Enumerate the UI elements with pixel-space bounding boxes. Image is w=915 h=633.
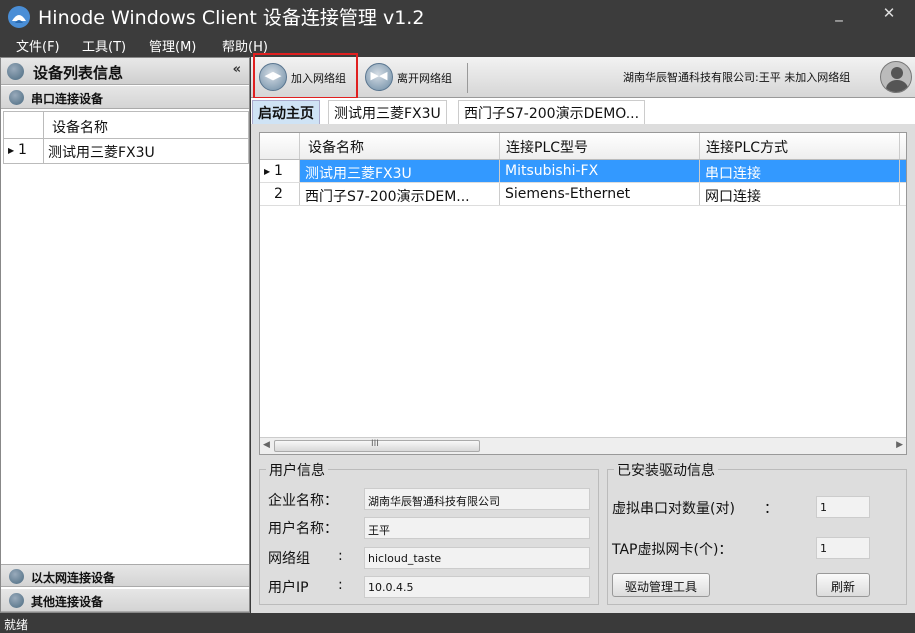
row-number: 2 [274,186,283,202]
window-title: Hinode Windows Client 设备连接管理 v1.2 [38,7,425,29]
serial-grid-col-name[interactable]: 设备名称 [52,117,108,137]
row-header: ▶ 1 [4,139,44,163]
collapse-panel-button[interactable]: « [233,62,241,77]
title-bar: Hinode Windows Client 设备连接管理 v1.2 _ ✕ [0,0,915,32]
device-grid: 设备名称 连接PLC型号 连接PLC方式 ▶ 1 测试用三菱FX3U Mitsu… [259,132,907,455]
leave-group-label: 离开网络组 [397,72,452,85]
company-field[interactable]: 湖南华辰智通科技有限公司 [364,488,590,510]
other-section-icon [9,593,24,608]
serial-device-grid: 设备名称 ▶ 1 测试用三菱FX3U [3,111,249,164]
horizontal-scrollbar[interactable]: ◀ III ▶ [260,437,906,454]
plc-method-cell[interactable]: 串口连接 [700,160,900,182]
status-text: 就绪 [4,618,29,632]
menu-bar: 文件(F) 工具(T) 管理(M) 帮助(H) [0,32,915,57]
join-group-highlight [253,53,358,99]
toolbar-separator [467,63,468,93]
user-info-group: 用户信息 企业名称： 湖南华辰智通科技有限公司 用户名称： 王平 网络组 : h… [259,460,599,605]
current-row-arrow-icon: ▶ [8,146,15,155]
username-field[interactable]: 王平 [364,517,590,539]
row-header-corner [4,112,44,138]
ethernet-section-icon [9,569,24,584]
virtual-serial-field[interactable]: 1 [816,496,870,518]
close-button[interactable]: ✕ [878,4,900,22]
serial-grid-header: 设备名称 [4,112,248,139]
device-list-icon [7,63,24,80]
overflow-cell[interactable]: 1 [900,183,906,205]
col-plc-model[interactable]: 连接PLC型号 [500,133,700,159]
user-ip-field[interactable]: 10.0.4.5 [364,576,590,598]
network-group-field[interactable]: hicloud_taste [364,547,590,569]
other-devices-section[interactable]: 其他连接设备 [1,589,249,612]
home-page: 设备名称 连接PLC型号 连接PLC方式 ▶ 1 测试用三菱FX3U Mitsu… [251,124,915,613]
device-name-cell[interactable]: 测试用三菱FX3U [300,160,500,182]
menu-manage[interactable]: 管理(M) [149,36,196,55]
scroll-thumb[interactable]: III [274,439,480,452]
row-header: 2 [260,183,300,205]
tab-home[interactable]: 启动主页 [252,100,320,124]
overflow-cell[interactable] [900,160,906,182]
ethernet-section-label: 以太网连接设备 [31,571,116,585]
row-header: ▶ 1 [260,160,300,182]
connection-status-text: 湖南华辰智通科技有限公司:王平 未加入网络组 [623,71,851,84]
username-label: 用户名称： [268,521,338,537]
plc-method-cell[interactable]: 网口连接 [700,183,900,205]
serial-device-name: 测试用三菱FX3U [48,145,155,161]
status-bar: 就绪 [0,613,915,633]
tab-siemens[interactable]: 西门子S7-200演示DEMO... [458,100,646,124]
refresh-button[interactable]: 刷新 [816,573,870,597]
device-row[interactable]: ▶ 1 测试用三菱FX3U Mitsubishi-FX 串口连接 [260,160,906,183]
device-list-header: 设备列表信息 « [1,58,249,85]
scroll-grip: III [371,439,379,449]
row-number: 1 [274,163,283,179]
device-name-cell[interactable]: 西门子S7-200演示DEM... [300,183,500,205]
scroll-right-icon[interactable]: ▶ [896,440,903,450]
scroll-left-icon[interactable]: ◀ [263,440,270,450]
driver-info-title: 已安装驱动信息 [614,460,718,480]
row-number: 1 [18,142,27,158]
network-group-label: 网络组 [268,551,310,567]
plc-model-cell[interactable]: Mitsubishi-FX [500,160,700,182]
avatar-head [891,67,903,79]
device-grid-header: 设备名称 连接PLC型号 连接PLC方式 [260,133,906,160]
app-logo-icon [8,6,30,28]
leave-group-button[interactable]: ▶◀ 离开网络组 [361,61,461,95]
user-ip-colon: : [338,577,343,593]
tap-adapter-label: TAP虚拟网卡(个)： [612,542,733,558]
menu-file[interactable]: 文件(F) [16,36,60,55]
tap-adapter-field[interactable]: 1 [816,537,870,559]
serial-devices-section[interactable]: 串口连接设备 [1,86,249,109]
other-section-label: 其他连接设备 [31,595,104,609]
menu-tools[interactable]: 工具(T) [82,36,126,55]
avatar-body [886,80,908,92]
user-ip-label: 用户IP [268,580,309,596]
device-list-title: 设备列表信息 [33,64,124,82]
leave-group-icon: ▶◀ [365,63,393,91]
minimize-button[interactable]: _ [828,4,850,22]
ethernet-devices-section[interactable]: 以太网连接设备 [1,564,249,587]
virtual-serial-colon: ： [764,501,778,517]
driver-info-group: 已安装驱动信息 虚拟串口对数量(对) ： 1 TAP虚拟网卡(个)： 1 驱动管… [607,460,907,605]
col-device-name[interactable]: 设备名称 [300,133,500,159]
company-label: 企业名称： [268,493,338,509]
col-plc-method[interactable]: 连接PLC方式 [700,133,900,159]
network-group-colon: : [338,548,343,564]
tab-mitsubishi[interactable]: 测试用三菱FX3U [328,100,447,124]
plc-model-cell[interactable]: Siemens-Ethernet [500,183,700,205]
serial-device-row[interactable]: ▶ 1 测试用三菱FX3U [4,139,248,163]
serial-section-label: 串口连接设备 [31,92,104,106]
user-avatar-icon[interactable] [880,61,912,93]
grid-corner [260,133,300,159]
current-row-arrow-icon: ▶ [264,167,271,176]
serial-section-icon [9,90,24,105]
user-info-title: 用户信息 [266,460,328,480]
tab-strip: 启动主页 测试用三菱FX3U 西门子S7-200演示DEMO... [251,98,915,124]
virtual-serial-label: 虚拟串口对数量(对) [612,501,735,517]
driver-manager-button[interactable]: 驱动管理工具 [612,573,710,597]
device-list-panel: 设备列表信息 « 串口连接设备 设备名称 ▶ 1 测试用三菱FX3U 以太网连接… [0,57,250,613]
device-row[interactable]: 2 西门子S7-200演示DEM... Siemens-Ethernet 网口连… [260,183,906,206]
